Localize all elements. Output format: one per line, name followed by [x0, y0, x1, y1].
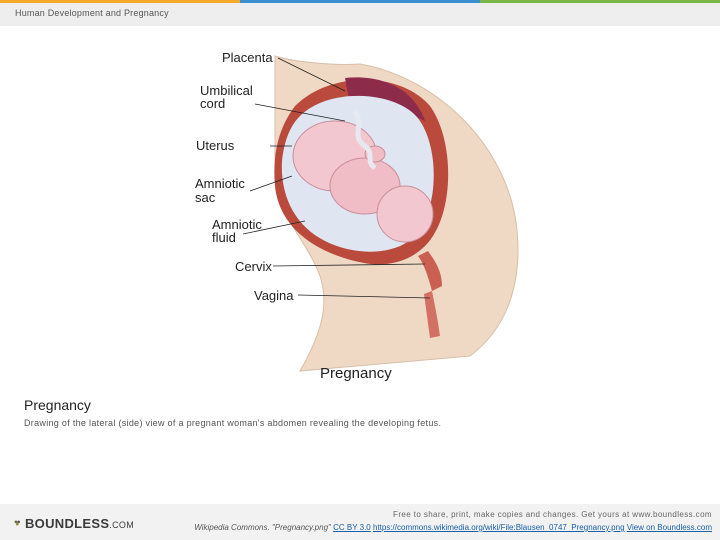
- boundless-logo[interactable]: BOUNDLESS.COM: [14, 514, 134, 532]
- boundless-logo-icon: [14, 520, 21, 526]
- accent-stripe-green: [480, 0, 720, 3]
- label-amniotic-sac-line1: Amniotic: [195, 176, 245, 191]
- pregnancy-illustration: Placenta Umbilical cord Uterus Amniotic …: [195, 50, 519, 382]
- section-title: Human Development and Pregnancy: [15, 8, 169, 18]
- accent-stripe-orange: [0, 0, 240, 3]
- source-url-link[interactable]: https://commons.wikimedia.org/wiki/File:…: [373, 523, 625, 532]
- logo-text: BOUNDLESS: [24, 515, 110, 531]
- caption-title: Pregnancy: [24, 397, 91, 413]
- label-uterus: Uterus: [196, 138, 235, 153]
- label-cervix: Cervix: [235, 259, 272, 274]
- caption-text: Drawing of the lateral (side) view of a …: [24, 418, 442, 428]
- footer-tagline: Free to share, print, make copies and ch…: [393, 510, 712, 519]
- label-umbilical-line2: cord: [200, 96, 225, 111]
- label-placenta: Placenta: [222, 50, 273, 65]
- logo-suffix: .COM: [109, 519, 134, 530]
- fetus-head: [376, 185, 434, 243]
- header-bar: Human Development and Pregnancy: [0, 0, 720, 26]
- view-on-boundless-link[interactable]: View on Boundless.com: [627, 523, 712, 532]
- label-amniotic-fluid-line2: fluid: [212, 230, 236, 245]
- figure-title: Pregnancy: [320, 365, 392, 382]
- accent-stripe-blue: [240, 0, 480, 3]
- license-link[interactable]: CC BY 3.0: [333, 523, 371, 532]
- footer-attribution: Wikipedia Commons. "Pregnancy.png" CC BY…: [194, 523, 712, 532]
- label-amniotic-sac-line2: sac: [195, 190, 216, 205]
- label-vagina: Vagina: [254, 288, 294, 303]
- source-label: Wikipedia Commons. "Pregnancy.png": [194, 523, 331, 532]
